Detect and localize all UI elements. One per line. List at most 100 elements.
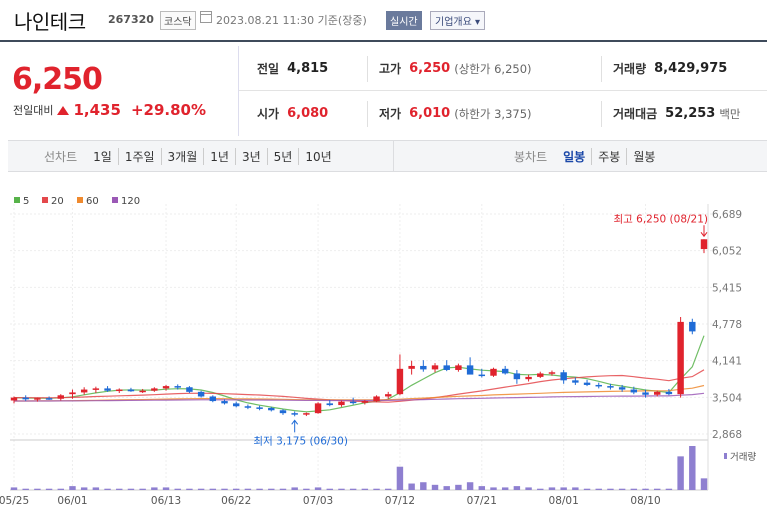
candle-body [501, 368, 509, 374]
candle-body [232, 403, 240, 407]
candle-chart-periods: 봉차트 일봉 주봉 월봉 [508, 141, 661, 171]
stock-code: 267320 [108, 13, 154, 26]
candle-body [513, 373, 521, 380]
candle-body [69, 392, 76, 395]
tab-1w[interactable]: 1주일 [117, 147, 161, 165]
candle-body [385, 394, 392, 397]
stat-value: 4,815 [287, 61, 329, 76]
candle-body [478, 374, 486, 377]
candle-body [92, 388, 100, 390]
chart-period-tabs: 선차트 1일 1주일 3개월 1년 3년 5년 10년 봉차트 일봉 주봉 월봉 [8, 140, 767, 172]
y-tick-label: 6,052 [712, 246, 742, 258]
volume-bar [80, 487, 88, 490]
y-tick-label: 6,689 [712, 209, 742, 221]
stat-volume: 거래량 8,429,975 [613, 46, 727, 91]
tab-1y[interactable]: 1년 [203, 147, 235, 165]
volume-label: 거래량 [730, 451, 756, 463]
candle-body [595, 384, 602, 387]
candle-body [466, 365, 474, 375]
chart-legend: 5 20 60 120 [14, 196, 140, 207]
candle-body [303, 413, 310, 415]
volume-bar [595, 488, 602, 490]
candle-body [700, 239, 708, 250]
candle-body [244, 406, 252, 408]
price-change: 전일대비 1,435 +29.80% [13, 101, 206, 119]
x-tick-label: 06/01 [57, 495, 87, 507]
tab-3y[interactable]: 3년 [234, 147, 267, 165]
legend-swatch-20 [42, 197, 48, 203]
volume-bar [361, 488, 369, 490]
volume-bar [69, 486, 76, 490]
volume-bar [186, 488, 193, 490]
stat-low: 저가 6,010 (하한가 3,375) [379, 91, 532, 136]
candle-body [209, 396, 217, 402]
tab-10y[interactable]: 10년 [298, 147, 337, 165]
tab-monthly[interactable]: 월봉 [626, 147, 661, 165]
candle-body [525, 376, 532, 380]
volume-bar [162, 487, 170, 490]
candle-body [279, 410, 287, 414]
volume-bar [151, 487, 158, 490]
stat-label: 전일 [257, 62, 280, 76]
volume-bar [373, 488, 380, 490]
legend-label-5: 5 [23, 196, 29, 207]
candle-body [45, 398, 53, 400]
volume-bar [116, 488, 123, 490]
candle-body [455, 365, 462, 370]
tab-3m[interactable]: 3개월 [160, 147, 204, 165]
candle-body [537, 373, 544, 377]
candle-body [151, 388, 158, 391]
volume-bar [209, 488, 217, 490]
candle-body [665, 391, 673, 395]
volume-bar [455, 484, 462, 490]
volume-bar [420, 482, 427, 490]
tab-1d[interactable]: 1일 [87, 148, 118, 165]
volume-bar [548, 487, 556, 490]
candle-chart-label: 봉차트 [514, 149, 548, 164]
company-info-dropdown[interactable]: 기업개요 ▾ [430, 11, 485, 30]
volume-bar [525, 487, 532, 490]
candle-body [630, 389, 638, 393]
lower-limit: (하한가 3,375) [454, 106, 532, 121]
tab-daily[interactable]: 일봉 [557, 148, 591, 165]
high-arrow-icon [700, 225, 708, 238]
volume-bar [513, 486, 521, 490]
volume-bar [303, 488, 310, 490]
candle-body [326, 403, 333, 406]
tab-5y[interactable]: 5년 [266, 147, 299, 165]
legend-swatch-5 [14, 197, 20, 203]
volume-bar [431, 484, 439, 490]
ma-line-60 [14, 384, 705, 402]
realtime-button[interactable]: 실시간 [386, 11, 422, 30]
line-chart-label: 선차트 [44, 149, 78, 164]
candle-body [268, 407, 275, 411]
change-label: 전일대비 [13, 104, 54, 117]
volume-bar [466, 482, 474, 490]
volume-bar [537, 488, 544, 490]
stock-header: 나인테크 267320 코스닥 2023.08.21 11:30 기준(장중) … [0, 0, 767, 42]
legend-label-60: 60 [86, 196, 99, 207]
volume-bar [689, 446, 696, 490]
stat-amount: 거래대금 52,253 백만 [613, 91, 741, 136]
y-tick-label: 4,778 [712, 319, 742, 331]
candle-body [127, 389, 135, 392]
volume-bar [127, 488, 135, 490]
market-badge: 코스닥 [160, 11, 196, 30]
candle-body [291, 413, 298, 415]
volume-bar [607, 488, 614, 490]
stat-value: 52,253 [665, 106, 716, 121]
x-tick-label: 06/13 [151, 495, 181, 507]
candle-body [174, 386, 181, 388]
volume-bar [478, 486, 486, 490]
candle-body [431, 365, 439, 370]
tab-weekly[interactable]: 주봉 [591, 147, 626, 165]
x-tick-label: 08/10 [630, 495, 660, 507]
candle-body [139, 390, 146, 393]
candlestick-chart: 5 20 60 120 6,689 6,052 5,415 4,778 4,141 3,504 2… [0, 196, 756, 507]
candle-body [104, 388, 111, 391]
volume-bar [677, 456, 684, 490]
x-tick-label: 05/25 [0, 495, 29, 507]
volume-bar [92, 487, 100, 490]
x-tick-label: 07/03 [303, 495, 333, 507]
legend-label-20: 20 [51, 196, 64, 207]
